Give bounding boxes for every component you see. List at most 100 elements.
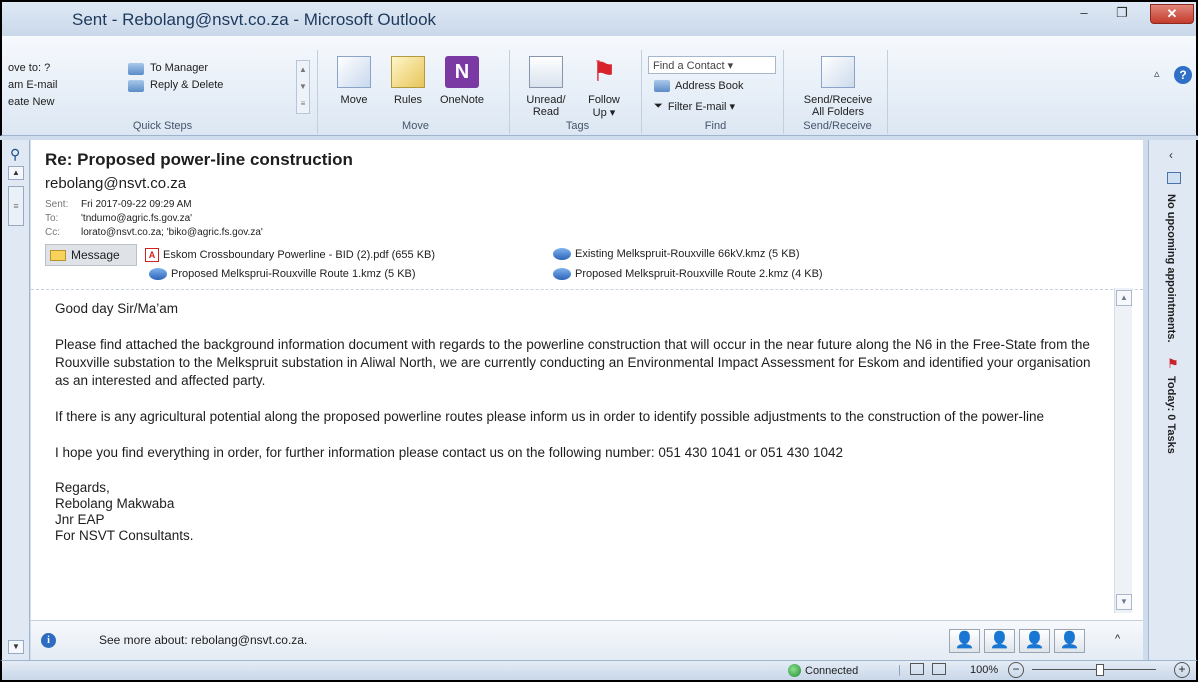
all-folders-label: All Folders (812, 106, 864, 118)
expand-gallery-icon[interactable]: ≡ (297, 95, 309, 112)
to-label: To: (45, 213, 59, 224)
attachment-kmz-route1[interactable]: Proposed Melksprui-Rouxville Route 1.kmz… (149, 268, 416, 280)
scroll-up-icon[interactable]: ▲ (297, 61, 309, 78)
to-manager-label: To Manager (150, 62, 209, 74)
person-placeholder-icon[interactable]: 👤 (984, 629, 1015, 653)
follow-label: Follow (588, 94, 620, 106)
unread-label: Unread/ (526, 94, 566, 106)
quick-steps-left-list: ove to: ? am E-mail eate New (8, 60, 90, 111)
forward-arrow-icon (128, 62, 144, 75)
message-tab-label: Message (71, 248, 120, 262)
rules-icon (391, 56, 425, 88)
zoom-out-button[interactable]: − (1008, 662, 1024, 678)
message-subject: Re: Proposed power-line construction (45, 150, 353, 169)
reading-view-icon[interactable] (932, 663, 946, 675)
status-separator: | (898, 664, 901, 676)
body-paragraph-2: If there is any agricultural potential a… (55, 409, 1045, 424)
quick-steps-scroller[interactable]: ▲ ▼ ≡ (296, 60, 310, 114)
person-placeholder-icon[interactable]: 👤 (1054, 629, 1085, 653)
maximize-button[interactable]: ❐ (1110, 4, 1134, 24)
quick-step-to-manager[interactable]: To Manager (128, 60, 223, 77)
close-button[interactable]: ✕ (1150, 4, 1194, 24)
envelope-icon (529, 56, 563, 88)
address-book-button[interactable]: Address Book (654, 80, 743, 92)
ribbon: ▵ ? ove to: ? am E-mail eate New To Mana… (0, 36, 1198, 136)
onenote-button[interactable]: N OneNote (434, 56, 490, 106)
unread-read-button[interactable]: Unread/ Read (518, 56, 574, 118)
reading-pane: Re: Proposed power-line construction reb… (31, 140, 1143, 660)
sent-row: Sent: Fri 2017-09-22 09:29 AM (45, 199, 192, 210)
zoom-in-button[interactable]: + (1174, 662, 1190, 678)
message-tab[interactable]: Message (45, 244, 137, 266)
message-envelope-icon (50, 249, 66, 261)
quick-step-create-new[interactable]: eate New (8, 94, 90, 111)
tasks-label[interactable]: Today: 0 Tasks (1165, 376, 1177, 454)
move-folder-icon (337, 56, 371, 88)
cc-row: Cc: lorato@nsvt.co.za; 'biko@agric.fs.go… (45, 227, 263, 238)
scroll-down-button[interactable]: ▼ (8, 640, 24, 654)
minimize-ribbon-icon[interactable]: ▵ (1154, 67, 1160, 80)
chevron-left-icon[interactable]: ‹ (1169, 148, 1173, 162)
message-sender[interactable]: rebolang@nsvt.co.za (45, 175, 186, 192)
person-placeholder-icon[interactable]: 👤 (949, 629, 980, 653)
person-placeholder-icon[interactable]: 👤 (1019, 629, 1050, 653)
to-value[interactable]: 'tndumo@agric.fs.gov.za' (81, 213, 192, 224)
up-label: Up ▾ (592, 107, 616, 119)
todo-bar: ‹ No upcoming appointments. ⚑ Today: 0 T… (1148, 140, 1198, 660)
attachment-label: Eskom Crossboundary Powerline - BID (2).… (163, 249, 436, 261)
quick-step-move-to[interactable]: ove to: ? (8, 60, 90, 77)
move-button[interactable]: Move (326, 56, 382, 106)
see-more-link[interactable]: See more about: rebolang@nsvt.co.za. (99, 633, 307, 647)
scroll-up-button[interactable]: ▲ (1116, 290, 1132, 306)
scroll-thumb[interactable]: ≡ (8, 186, 24, 226)
search-icon[interactable]: ⚲ (10, 146, 20, 163)
scroll-down-button[interactable]: ▼ (1116, 594, 1132, 610)
send-receive-all-button[interactable]: Send/Receive All Folders (792, 56, 884, 118)
reply-delete-label: Reply & Delete (150, 79, 224, 91)
follow-up-button[interactable]: ⚑ Follow Up ▾ (576, 56, 632, 119)
scroll-down-icon[interactable]: ▼ (297, 78, 309, 95)
address-book-label: Address Book (675, 80, 744, 92)
upcoming-appointments-label[interactable]: No upcoming appointments. (1165, 194, 1177, 343)
help-icon[interactable]: ? (1174, 66, 1192, 84)
signature-line: Regards, (55, 480, 110, 495)
send-receive-group: Send/Receive All Folders Send/Receive (788, 50, 888, 134)
move-group: Move Rules N OneNote Move (322, 50, 510, 134)
funnel-icon: ⏷ (654, 100, 663, 112)
kmz-file-icon (553, 268, 571, 280)
quick-step-reply-delete[interactable]: Reply & Delete (128, 77, 223, 94)
body-paragraph-1: Please find attached the background info… (55, 337, 1091, 388)
to-row: To: 'tndumo@agric.fs.gov.za' (45, 213, 192, 224)
quick-steps-right-list: To Manager Reply & Delete (128, 60, 223, 94)
attachment-kmz-route2[interactable]: Proposed Melkspruit-Rouxville Route 2.km… (553, 268, 823, 280)
body-scrollbar[interactable]: ▲ ▼ (1114, 288, 1132, 613)
kmz-file-icon (553, 248, 571, 260)
find-group-label: Find (704, 120, 727, 132)
people-pane: i See more about: rebolang@nsvt.co.za. 👤… (31, 620, 1143, 660)
minimize-button[interactable]: – (1072, 4, 1096, 24)
greeting: Good day Sir/Ma’am (55, 301, 179, 316)
sent-value: Fri 2017-09-22 09:29 AM (81, 199, 192, 210)
attachment-pdf[interactable]: A Eskom Crossboundary Powerline - BID (2… (145, 248, 435, 262)
chevron-up-icon[interactable]: ^ (1115, 633, 1120, 645)
normal-view-icon[interactable] (910, 663, 924, 675)
body-paragraph-3: I hope you find everything in order, for… (55, 445, 844, 460)
send-receive-label: Send/Receive (803, 94, 873, 106)
rules-button[interactable]: Rules (380, 56, 436, 106)
address-book-icon (654, 80, 670, 92)
zoom-slider[interactable] (1032, 669, 1156, 670)
message-body: Good day Sir/Ma’am Please find attached … (55, 300, 1105, 544)
attachment-kmz-existing[interactable]: Existing Melkspruit-Rouxville 66kV.kmz (… (553, 248, 800, 260)
send-receive-icon (821, 56, 855, 88)
find-contact-input[interactable]: Find a Contact ▾ (648, 56, 776, 74)
scroll-up-button[interactable]: ▲ (8, 166, 24, 180)
filter-email-button[interactable]: ⏷ Filter E-mail ▾ (654, 100, 735, 113)
zoom-level[interactable]: 100% (970, 664, 998, 676)
zoom-slider-thumb[interactable] (1096, 664, 1104, 676)
contact-avatars: 👤 👤 👤 👤 (949, 629, 1085, 653)
cc-value[interactable]: lorato@nsvt.co.za; 'biko@agric.fs.gov.za… (81, 227, 263, 238)
attachment-label: Proposed Melkspruit-Rouxville Route 2.km… (575, 268, 823, 280)
quick-steps-label: Quick Steps (132, 120, 193, 132)
move-label: Move (340, 94, 368, 106)
quick-step-team-email[interactable]: am E-mail (8, 77, 90, 94)
